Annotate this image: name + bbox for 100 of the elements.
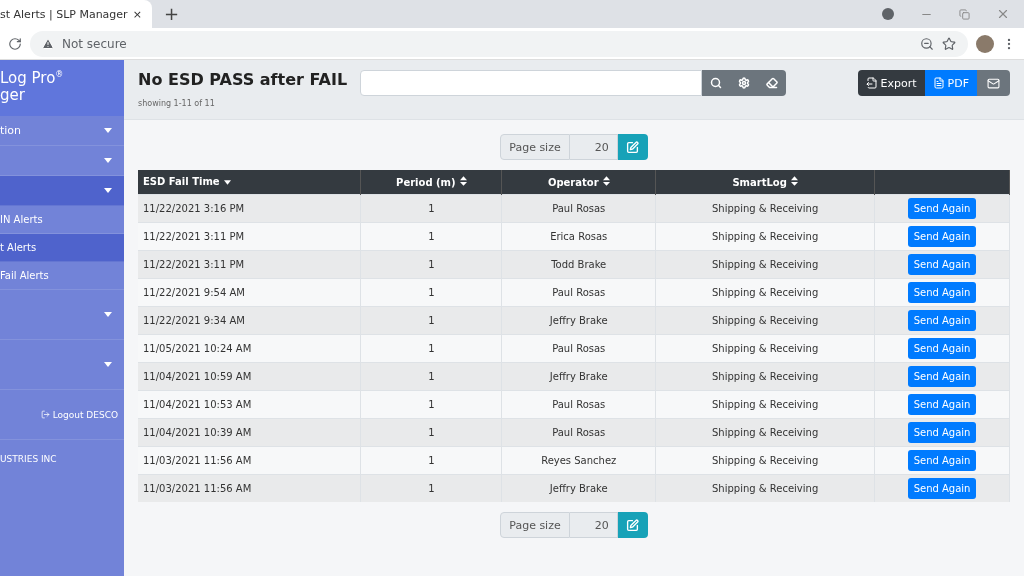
table-cell: Shipping & Receiving — [655, 418, 875, 446]
address-bar[interactable]: Not secure — [30, 30, 968, 57]
table-cell: 11/22/2021 9:34 AM — [138, 306, 361, 334]
table-cell: 11/05/2021 10:24 AM — [138, 334, 361, 362]
table-cell: 11/22/2021 9:54 AM — [138, 278, 361, 306]
table-cell: Reyes Sanchez — [501, 446, 656, 474]
column-header[interactable]: ESD Fail Time — [138, 170, 361, 194]
email-button[interactable] — [977, 70, 1010, 96]
send-again-button[interactable]: Send Again — [907, 281, 977, 303]
table-cell: Shipping & Receiving — [655, 194, 875, 222]
table-cell: 1 — [360, 362, 502, 390]
sidebar-subitem[interactable]: t Alerts — [0, 234, 124, 262]
caret-icon — [104, 312, 112, 317]
table-cell: 11/22/2021 3:11 PM — [138, 250, 361, 278]
send-again-button[interactable]: Send Again — [907, 477, 977, 499]
table-cell: Jeffry Brake — [501, 474, 656, 502]
caret-icon — [104, 362, 112, 367]
zoom-out-icon[interactable] — [920, 36, 934, 51]
table-cell: Jeffry Brake — [501, 306, 656, 334]
table-cell: Paul Rosas — [501, 418, 656, 446]
restore-icon[interactable] — [959, 8, 970, 20]
table-cell: 11/04/2021 10:59 AM — [138, 362, 361, 390]
close-icon[interactable] — [996, 7, 1010, 21]
edit-button[interactable] — [617, 512, 648, 538]
star-icon[interactable] — [942, 36, 956, 51]
table-cell: Paul Rosas — [501, 278, 656, 306]
reload-icon[interactable] — [8, 36, 22, 51]
table-cell: 1 — [360, 418, 502, 446]
table-cell: 1 — [360, 474, 502, 502]
table-cell: Shipping & Receiving — [655, 474, 875, 502]
table-cell: Shipping & Receiving — [655, 362, 875, 390]
table-cell: 1 — [360, 306, 502, 334]
table-cell: 11/22/2021 3:11 PM — [138, 222, 361, 250]
export-button[interactable]: Export — [857, 70, 925, 96]
table-cell: Jeffry Brake — [501, 362, 656, 390]
table-cell: Erica Rosas — [501, 222, 656, 250]
table-cell: Shipping & Receiving — [655, 278, 875, 306]
search-field[interactable] — [360, 70, 702, 96]
send-again-button[interactable]: Send Again — [907, 393, 977, 415]
record-count: showing 1-11 of 11 — [138, 99, 216, 108]
envelope-icon — [987, 76, 1000, 90]
new-tab-button[interactable]: + — [164, 3, 180, 24]
table-cell: 1 — [360, 278, 502, 306]
table-cell: Shipping & Receiving — [655, 390, 875, 418]
table-cell: Todd Brake — [501, 250, 656, 278]
edit-button[interactable] — [617, 134, 648, 160]
page-title: No ESD PASS after FAIL — [138, 70, 349, 89]
table-cell: 1 — [360, 446, 502, 474]
table-cell: Shipping & Receiving — [655, 250, 875, 278]
table-cell: Paul Rosas — [501, 194, 656, 222]
page-size-field[interactable]: 20 — [569, 512, 618, 538]
gear-icon — [738, 77, 750, 89]
table-cell: 11/22/2021 3:16 PM — [138, 194, 361, 222]
search-button[interactable] — [702, 70, 730, 96]
brand-header: Log Pro$^{®}$ ger — [0, 60, 124, 116]
send-again-button[interactable]: Send Again — [907, 197, 977, 219]
send-again-button[interactable]: Send Again — [907, 309, 977, 331]
logout-icon — [40, 410, 50, 419]
caret-icon — [104, 158, 112, 163]
warning-icon — [42, 37, 54, 50]
table-cell: 1 — [360, 222, 502, 250]
clear-button[interactable] — [758, 70, 786, 96]
avatar[interactable] — [976, 34, 994, 53]
table-cell: 1 — [360, 390, 502, 418]
send-again-button[interactable]: Send Again — [907, 225, 977, 247]
pdf-button[interactable]: PDF — [924, 70, 977, 96]
column-header[interactable]: Operator — [501, 170, 656, 194]
table-cell: Shipping & Receiving — [655, 306, 875, 334]
page-size-label: Page size — [500, 134, 570, 160]
table-cell: Paul Rosas — [501, 390, 656, 418]
send-again-button[interactable]: Send Again — [907, 449, 977, 471]
column-header[interactable]: Period (m) — [360, 170, 502, 194]
eraser-icon — [766, 77, 778, 89]
caret-icon — [104, 128, 112, 133]
send-again-button[interactable]: Send Again — [907, 365, 977, 387]
send-again-button[interactable]: Send Again — [907, 337, 977, 359]
table-cell: 11/03/2021 11:56 AM — [138, 474, 361, 502]
table-cell: 1 — [360, 194, 502, 222]
edit-icon — [626, 140, 640, 154]
search-icon — [710, 77, 722, 89]
column-header[interactable]: SmartLog — [655, 170, 875, 194]
caret-icon — [104, 188, 112, 193]
send-again-button[interactable]: Send Again — [907, 253, 977, 275]
table-cell: 1 — [360, 334, 502, 362]
tab-close-button[interactable]: × — [132, 7, 142, 21]
logout-link[interactable]: Logout DESCO — [0, 390, 124, 440]
page-size-label: Page size — [500, 512, 570, 538]
send-again-button[interactable]: Send Again — [907, 421, 977, 443]
table-cell: Shipping & Receiving — [655, 446, 875, 474]
browser-tab[interactable]: st Alerts | SLP Manager × — [0, 0, 152, 28]
table-cell: Shipping & Receiving — [655, 334, 875, 362]
table-cell: Paul Rosas — [501, 334, 656, 362]
profile-menu-icon[interactable] — [882, 8, 894, 20]
page-size-field[interactable]: 20 — [569, 134, 618, 160]
company-name: USTRIES INC — [0, 453, 58, 466]
file-export-icon — [865, 77, 878, 89]
table-cell: 1 — [360, 250, 502, 278]
edit-icon — [626, 518, 640, 532]
table-cell: 11/04/2021 10:53 AM — [138, 390, 361, 418]
table-cell: 11/04/2021 10:39 AM — [138, 418, 361, 446]
